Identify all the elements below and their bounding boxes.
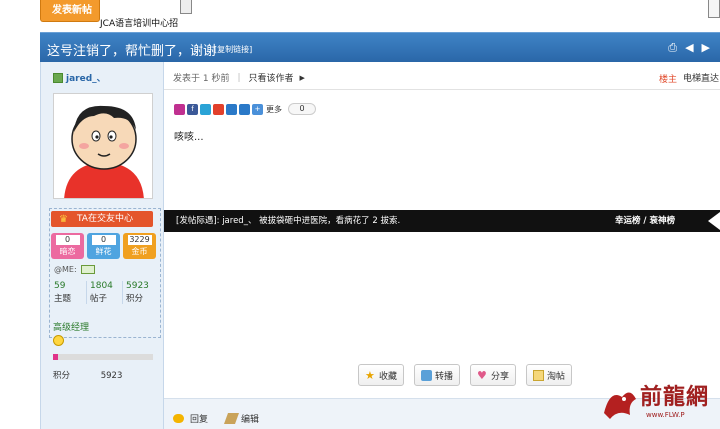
dragon-seal-icon <box>604 392 636 419</box>
flowers-label: 鲜花 <box>95 247 112 256</box>
smiley-icon <box>53 335 64 346</box>
prev-thread-icon[interactable]: ◀ <box>685 41 693 55</box>
folder-icon <box>533 369 545 381</box>
banner-arrow-icon <box>708 212 720 230</box>
crush-label: 暗恋 <box>59 247 76 256</box>
user-post-stats: 59 主题 1804 帖子 5923 积分 <box>51 281 159 304</box>
username[interactable]: jared_、 <box>66 71 106 84</box>
promo-thumbnail[interactable] <box>180 0 192 14</box>
username-line: jared_、 <box>53 71 106 84</box>
favorite-label: 收藏 <box>379 371 398 382</box>
collect-label: 淘帖 <box>547 371 566 382</box>
flowers-count: 0 <box>91 235 116 245</box>
friend-center-label: TA在交友中心 <box>77 214 133 224</box>
favorite-button[interactable]: ★ 收藏 <box>358 364 405 386</box>
points-row-label: 积分 <box>53 371 71 381</box>
threads-label: 主题 <box>54 294 72 304</box>
reply-bubble-icon <box>173 414 184 423</box>
meta-separator: | <box>237 72 241 83</box>
stat-threads[interactable]: 59 主题 <box>51 281 87 304</box>
more-share-icon[interactable]: + <box>252 103 263 115</box>
share-more-label[interactable]: 更多 <box>266 104 282 115</box>
star-icon: ★ <box>365 368 375 382</box>
at-me-label: @ME: <box>54 265 77 274</box>
reply-label: 回复 <box>190 415 209 425</box>
next-thread-icon[interactable]: ▶ <box>702 41 710 55</box>
share-label: 分享 <box>491 371 510 382</box>
share-button[interactable]: ♥ 分享 <box>470 364 517 386</box>
promo-text[interactable]: JCA语言培训中心招 <box>100 16 178 29</box>
post-body: 咳咳... <box>174 132 204 143</box>
elevator-link[interactable]: 电梯直达 <box>683 71 719 84</box>
points-value: 5923 <box>126 281 149 291</box>
posts-label: 帖子 <box>90 294 108 304</box>
edit-button[interactable]: 编辑 <box>223 412 260 425</box>
thread-title-bar: 这号注销了，帮忙删了，谢谢 [复制链接] ⎙ ◀ ▶ <box>40 32 720 62</box>
points-row: 积分 5923 <box>53 369 122 381</box>
crush-count: 0 <box>55 235 80 245</box>
gold-card[interactable]: 3229 金币 <box>123 233 156 259</box>
post-event-banner: [发帖际遇]: jared_、 被拔袋砸中进医院，看病花了 2 拔索. 幸运榜 … <box>164 210 720 232</box>
stat-points[interactable]: 5923 积分 <box>123 281 159 304</box>
weibo-share-icon[interactable] <box>200 103 211 115</box>
gold-label: 金币 <box>131 247 148 256</box>
post-actions: ★ 收藏 转播 ♥ 分享 淘帖 <box>358 364 573 386</box>
avatar[interactable] <box>53 93 153 199</box>
floor-tag: 楼主 <box>659 75 678 85</box>
threads-value: 59 <box>54 281 66 291</box>
share-count: 0 <box>288 103 316 115</box>
reply-button[interactable]: 回复 <box>173 412 208 425</box>
top-strip: 发表新帖 JCA语言培训中心招 <box>0 0 720 32</box>
mail-icon[interactable] <box>80 265 95 274</box>
points-label: 积分 <box>126 294 144 304</box>
new-post-button[interactable]: 发表新帖 <box>40 0 100 22</box>
gold-count: 3229 <box>127 235 152 245</box>
qzone-share-icon[interactable] <box>174 103 185 115</box>
level-progress-fill <box>53 354 58 360</box>
kaixin-share-icon[interactable] <box>226 103 237 115</box>
thread-title: 这号注销了，帮忙删了，谢谢 <box>47 44 217 59</box>
collect-button[interactable]: 淘帖 <box>526 364 573 386</box>
facebook-share-icon[interactable]: f <box>187 103 198 115</box>
title-icons: ⎙ ◀ ▶ <box>668 41 710 55</box>
stat-posts[interactable]: 1804 帖子 <box>87 281 123 304</box>
user-stat-cards: 0 暗恋 0 鲜花 3229 金币 <box>51 233 156 259</box>
renren-share-icon[interactable] <box>213 103 224 115</box>
pencil-icon <box>223 413 240 424</box>
copy-link[interactable]: [复制链接] <box>214 44 252 55</box>
crush-card[interactable]: 0 暗恋 <box>51 233 84 259</box>
banner-text: [发帖际遇]: jared_、 被拔袋砸中进医院，看病花了 2 拔索. <box>176 216 401 226</box>
posted-time: 发表于 1 秒前 <box>173 74 230 84</box>
triangle-right-icon: ▶ <box>299 73 305 82</box>
level-progress-bar <box>53 354 153 360</box>
flowers-card[interactable]: 0 鲜花 <box>87 233 120 259</box>
cartoon-avatar-image <box>54 94 152 198</box>
broadcast-icon <box>421 369 433 381</box>
at-me-row: @ME: <box>54 265 95 274</box>
posts-value: 1804 <box>90 281 113 291</box>
banner-links[interactable]: 幸运榜 / 衰神榜 <box>615 210 675 232</box>
friend-center-button[interactable]: ♛ TA在交友中心 <box>51 211 153 227</box>
watermark-text: 前龍網 <box>640 384 710 410</box>
post-meta: 发表于 1 秒前 | 只看该作者 ▶ <box>173 71 305 85</box>
broadcast-label: 转播 <box>435 371 454 382</box>
edit-label: 编辑 <box>241 415 260 425</box>
heart-icon: ♥ <box>477 368 487 382</box>
site-watermark: 前龍網 www.FLW.P <box>600 375 720 429</box>
only-author-link[interactable]: 只看该作者 <box>249 71 294 84</box>
author-sidebar: jared_、 ♛ TA在交友中心 0 暗恋 0 鲜花 3229 金币 @ME:… <box>40 62 164 429</box>
points-row-value: 5923 <box>100 371 123 381</box>
online-user-icon <box>53 72 63 83</box>
meta-divider <box>164 89 720 90</box>
promo-thumbnail-right[interactable] <box>708 0 720 18</box>
tencent-share-icon[interactable] <box>239 103 250 115</box>
watermark-url: www.FLW.P <box>646 411 685 419</box>
share-row: f + 更多 0 <box>174 103 316 115</box>
print-icon[interactable]: ⎙ <box>668 41 677 55</box>
user-rank[interactable]: 高级经理 <box>53 320 89 333</box>
crown-icon: ♛ <box>59 214 68 225</box>
broadcast-button[interactable]: 转播 <box>414 364 461 386</box>
